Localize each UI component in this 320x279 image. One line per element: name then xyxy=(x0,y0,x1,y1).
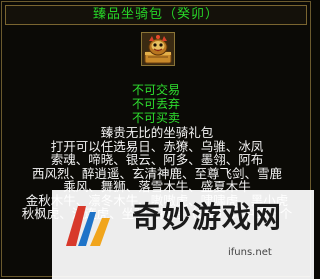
status-undroppable: 不可丢弃 xyxy=(131,97,180,111)
description-line: 打开可以任选易日、赤獠、乌骓、冰凤 xyxy=(50,138,264,154)
status-untradeable: 不可交易 xyxy=(131,83,180,97)
site-watermark: 奇妙游戏网 ifuns.net xyxy=(52,190,314,279)
watermark-url: ifuns.net xyxy=(228,247,272,258)
watermark-text: 奇妙游戏网 xyxy=(132,200,283,234)
status-unsellable: 不可买卖 xyxy=(131,111,180,125)
description-line: 西风烈、醉逍遥、玄清神鹿、至尊飞剑、雪鹿 xyxy=(31,165,282,181)
site-logo-icon xyxy=(66,206,110,246)
description-line: 索魂、啼晓、银云、阿多、墨翎、阿布 xyxy=(50,152,264,167)
item-title: 臻品坐骑包（癸卯） xyxy=(92,7,219,22)
description-line: 臻贵无比的坐骑礼包 xyxy=(100,125,214,140)
title-bar: 臻品坐骑包（癸卯） xyxy=(5,5,307,25)
mount-pack-icon[interactable] xyxy=(141,32,175,66)
mount-pack-icon-graphic xyxy=(142,33,174,65)
